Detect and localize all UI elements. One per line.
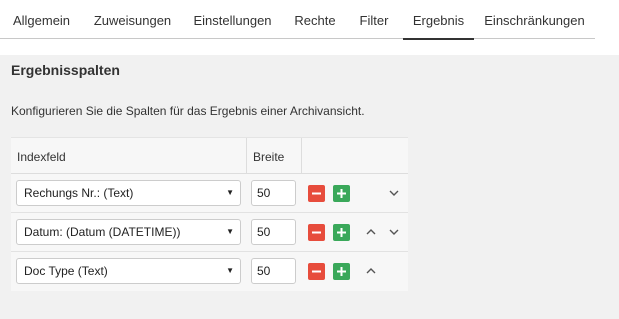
tab-filter[interactable]: Filter	[349, 0, 399, 39]
remove-row-button[interactable]	[308, 224, 325, 241]
tab-einschraenkungen[interactable]: Einschränkungen	[478, 0, 591, 39]
add-row-button[interactable]	[333, 224, 350, 241]
width-input[interactable]: 50	[251, 219, 296, 245]
plus-icon	[337, 267, 346, 276]
index-field-select[interactable]: Rechungs Nr.: (Text) ▼	[16, 180, 241, 206]
index-field-select[interactable]: Doc Type (Text) ▼	[16, 258, 241, 284]
chevron-down-icon	[389, 229, 399, 235]
section-description: Konfigurieren Sie die Spalten für das Er…	[11, 104, 365, 118]
column-header-breite: Breite	[247, 138, 302, 174]
index-field-value: Rechungs Nr.: (Text)	[24, 186, 134, 200]
table-row: Datum: (Datum (DATETIME)) ▼ 50	[11, 213, 408, 252]
tab-einstellungen[interactable]: Einstellungen	[185, 0, 280, 39]
minus-icon	[312, 270, 321, 273]
index-field-value: Datum: (Datum (DATETIME))	[24, 225, 181, 239]
result-columns-table: Indexfeld Breite Rechungs Nr.: (Text) ▼ …	[11, 137, 408, 291]
remove-row-button[interactable]	[308, 185, 325, 202]
caret-down-icon: ▼	[226, 227, 234, 236]
section-title: Ergebnisspalten	[11, 62, 120, 78]
plus-icon	[337, 189, 346, 198]
index-field-value: Doc Type (Text)	[24, 264, 108, 278]
table-header: Indexfeld Breite	[11, 137, 408, 174]
tab-zuweisungen[interactable]: Zuweisungen	[85, 0, 180, 39]
width-input[interactable]: 50	[251, 180, 296, 206]
width-input[interactable]: 50	[251, 258, 296, 284]
chevron-up-icon	[366, 268, 376, 274]
tab-allgemein[interactable]: Allgemein	[4, 0, 79, 39]
caret-down-icon: ▼	[226, 266, 234, 275]
move-down-button[interactable]	[388, 225, 400, 239]
table-row: Doc Type (Text) ▼ 50	[11, 252, 408, 291]
add-row-button[interactable]	[333, 185, 350, 202]
tab-ergebnis[interactable]: Ergebnis	[403, 0, 474, 40]
chevron-down-icon	[389, 190, 399, 196]
index-field-select[interactable]: Datum: (Datum (DATETIME)) ▼	[16, 219, 241, 245]
move-up-button[interactable]	[365, 225, 377, 239]
column-header-indexfeld: Indexfeld	[11, 138, 247, 174]
tab-bar: Allgemein Zuweisungen Einstellungen Rech…	[0, 0, 595, 40]
remove-row-button[interactable]	[308, 263, 325, 280]
move-down-button[interactable]	[388, 186, 400, 200]
tab-rechte[interactable]: Rechte	[285, 0, 345, 39]
plus-icon	[337, 228, 346, 237]
chevron-up-icon	[366, 229, 376, 235]
move-up-button[interactable]	[365, 264, 377, 278]
minus-icon	[312, 192, 321, 195]
minus-icon	[312, 231, 321, 234]
caret-down-icon: ▼	[226, 188, 234, 197]
table-row: Rechungs Nr.: (Text) ▼ 50	[11, 174, 408, 213]
add-row-button[interactable]	[333, 263, 350, 280]
